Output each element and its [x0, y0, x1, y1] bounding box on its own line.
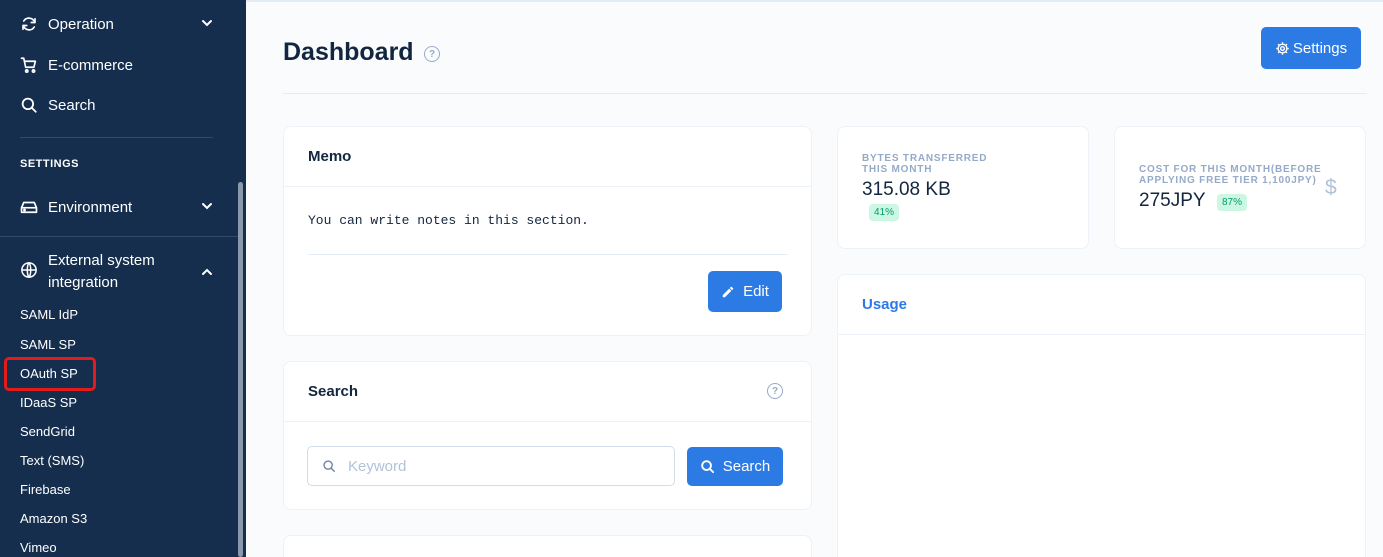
memo-title: Memo: [308, 148, 352, 165]
subitem-text-sms[interactable]: Text (SMS): [20, 452, 84, 470]
subitem-vimeo[interactable]: Vimeo: [20, 539, 57, 557]
sidebar: Operation E-commerce Search SETTINGS Env…: [0, 0, 246, 557]
cost-card: COST FOR THIS MONTH(BEFORE APPLYING FREE…: [1114, 126, 1366, 249]
bytes-value: 315.08 KB: [862, 179, 951, 200]
chevron-down-icon: [200, 16, 214, 30]
bytes-transferred-card: BYTES TRANSFERRED THIS MONTH 315.08 KB 4…: [837, 126, 1089, 249]
edit-button-label: Edit: [743, 283, 769, 300]
cost-value: 275JPY: [1139, 190, 1206, 211]
usage-card: Usage: [837, 274, 1366, 557]
pencil-icon: [721, 285, 735, 299]
card-header-divider: [284, 421, 811, 422]
sidebar-divider: [0, 236, 238, 237]
subitem-amazon-s3[interactable]: Amazon S3: [20, 510, 87, 528]
sidebar-item-label-line2: integration: [48, 274, 119, 291]
sidebar-item-label: External system integration: [48, 250, 155, 294]
search-icon: [322, 459, 336, 473]
gear-icon: [1275, 41, 1290, 56]
sidebar-item-operation[interactable]: Operation: [20, 12, 220, 36]
search-button-label: Search: [722, 458, 771, 475]
usage-title[interactable]: Usage: [862, 296, 907, 313]
card-header-divider: [284, 186, 811, 187]
partial-card: [283, 535, 812, 557]
search-title: Search: [308, 383, 359, 400]
cost-badge: 87%: [1217, 194, 1248, 211]
highlight-box: [4, 357, 96, 391]
bytes-label-line2: THIS MONTH: [862, 164, 933, 175]
sidebar-item-search[interactable]: Search: [20, 93, 220, 117]
hard-drive-icon: [20, 198, 38, 216]
memo-divider: [308, 254, 788, 255]
sidebar-item-label: E-commerce: [48, 56, 134, 74]
sidebar-scrollbar[interactable]: [238, 182, 243, 557]
cost-label: COST FOR THIS MONTH(BEFORE APPLYING FREE…: [1139, 164, 1321, 186]
sidebar-item-label: Search: [48, 96, 96, 114]
subitem-firebase[interactable]: Firebase: [20, 481, 71, 499]
refresh-icon: [20, 15, 38, 33]
search-placeholder: Keyword: [348, 457, 407, 475]
search-card: Search ? Keyword Search: [283, 361, 812, 510]
card-header-divider: [838, 334, 1365, 335]
cart-icon: [20, 56, 38, 74]
sidebar-item-label: Environment: [48, 198, 133, 216]
subitem-sendgrid[interactable]: SendGrid: [20, 423, 75, 441]
sidebar-item-label: Operation: [48, 15, 114, 33]
memo-text: You can write notes in this section.: [308, 213, 589, 228]
subitem-saml-sp[interactable]: SAML SP: [20, 336, 76, 354]
settings-button-label: Settings: [1292, 39, 1348, 57]
settings-button[interactable]: Settings: [1261, 27, 1361, 69]
bytes-label: BYTES TRANSFERRED THIS MONTH: [862, 153, 987, 175]
sidebar-item-environment[interactable]: Environment: [20, 195, 220, 219]
search-icon: [20, 96, 38, 114]
sidebar-item-external-system-integration[interactable]: External system integration: [20, 250, 220, 292]
settings-heading: SETTINGS: [20, 158, 80, 170]
sidebar-item-label-line1: External system: [48, 252, 155, 269]
cost-label-line1: COST FOR THIS MONTH(BEFORE: [1139, 164, 1322, 175]
search-button[interactable]: Search: [687, 447, 783, 486]
page-title: Dashboard: [283, 38, 414, 66]
chevron-up-icon: [200, 265, 214, 279]
search-icon: [700, 459, 715, 474]
header-divider: [283, 93, 1367, 94]
bytes-label-line1: BYTES TRANSFERRED: [862, 153, 988, 164]
bytes-badge: 41%: [869, 204, 900, 221]
search-input[interactable]: Keyword: [307, 446, 675, 486]
help-icon[interactable]: ?: [424, 46, 440, 62]
subitem-idaas-sp[interactable]: IDaaS SP: [20, 394, 77, 412]
edit-button[interactable]: Edit: [708, 271, 782, 312]
dollar-icon: $: [1325, 176, 1337, 199]
help-icon[interactable]: ?: [767, 383, 783, 399]
top-border: [246, 0, 1383, 2]
subitem-saml-idp[interactable]: SAML IdP: [20, 306, 78, 324]
sidebar-divider: [20, 137, 213, 138]
cost-label-line2: APPLYING FREE TIER 1,100JPY): [1139, 175, 1317, 186]
sidebar-item-ecommerce[interactable]: E-commerce: [20, 53, 220, 77]
globe-icon: [20, 261, 38, 279]
chevron-down-icon: [200, 199, 214, 213]
memo-card: Memo You can write notes in this section…: [283, 126, 812, 336]
